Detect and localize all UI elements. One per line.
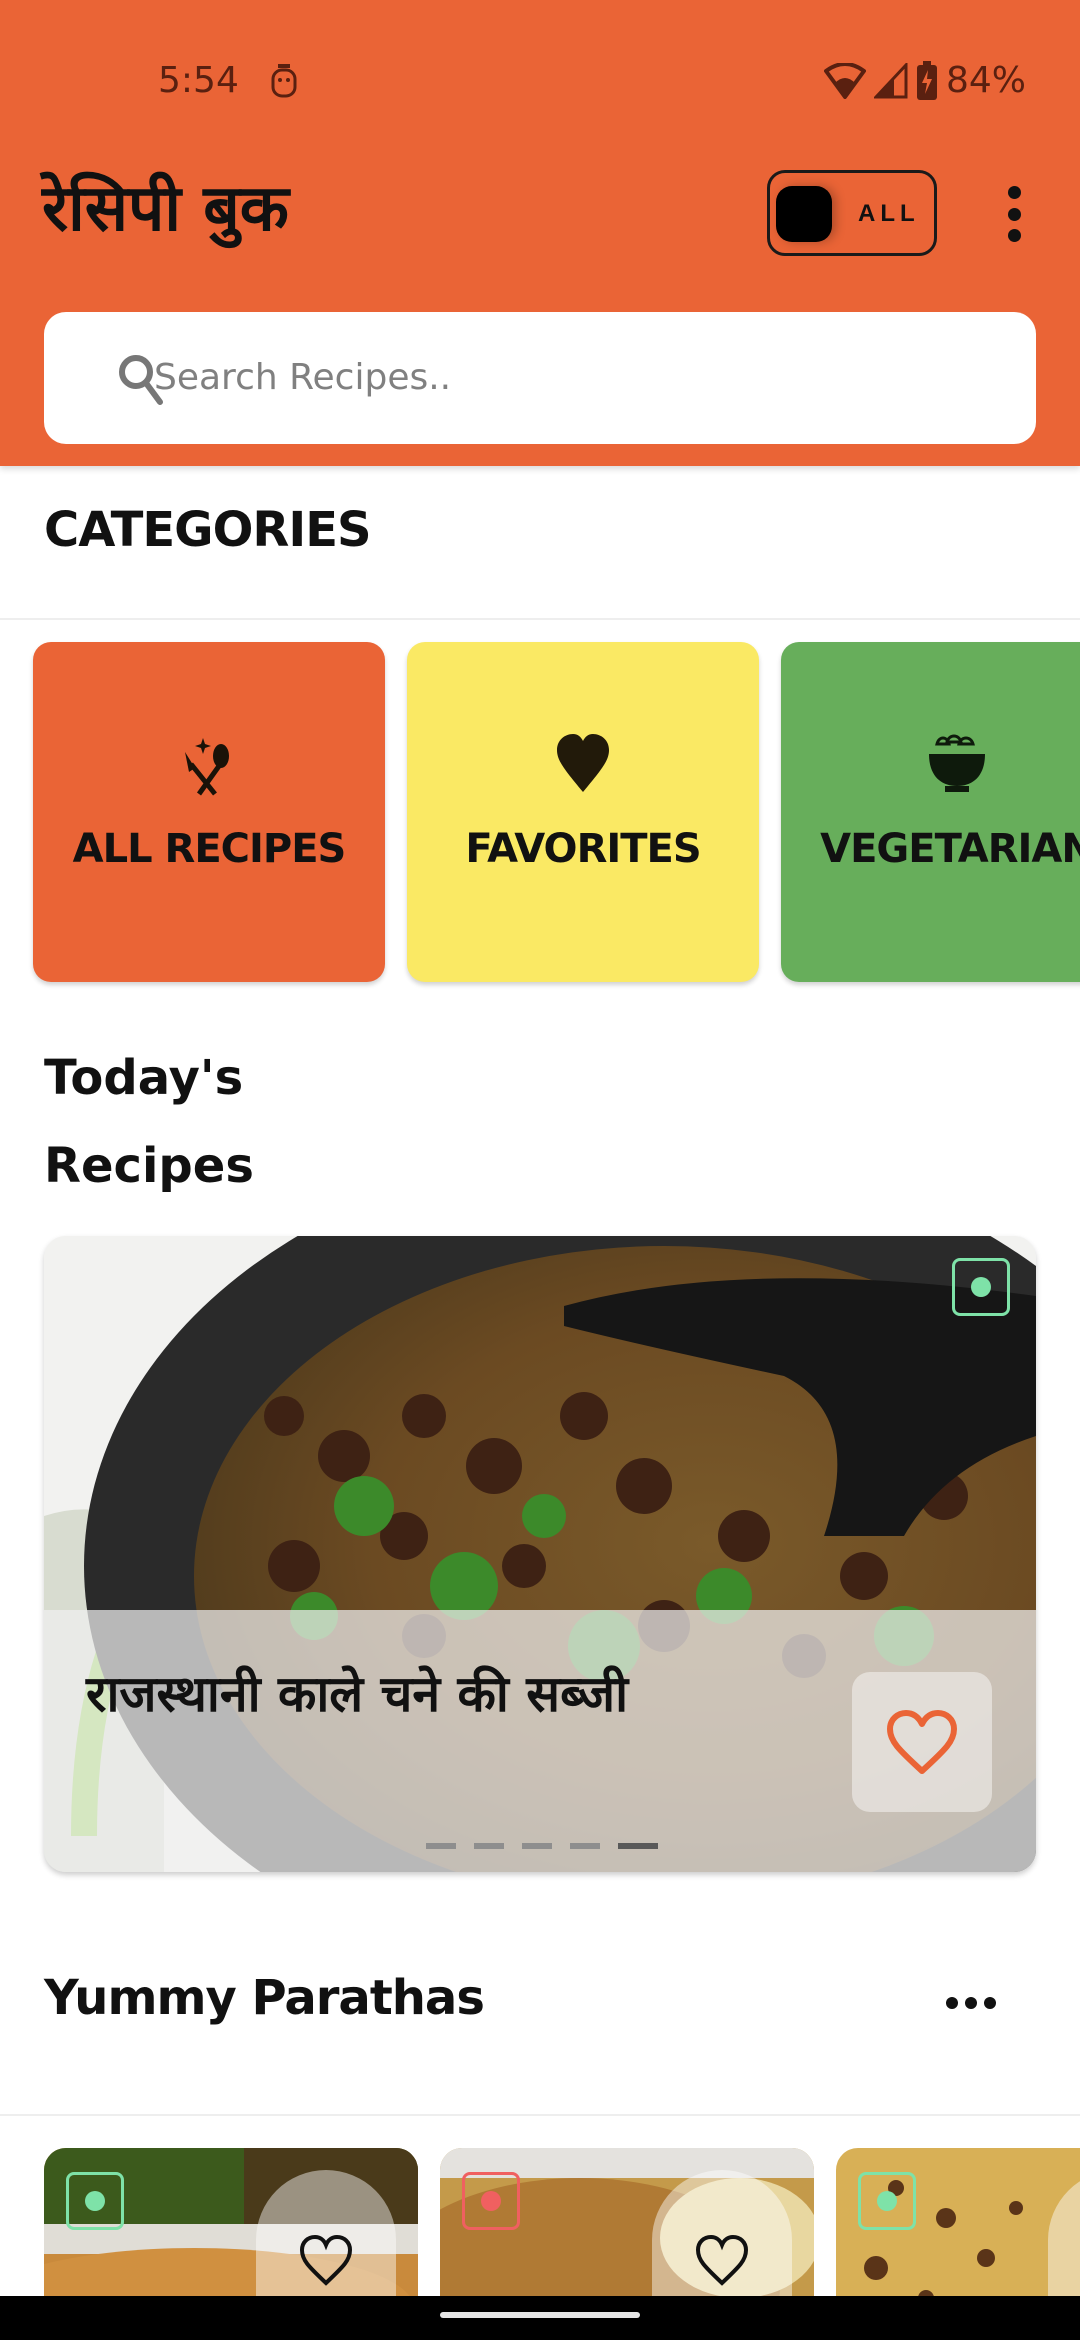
home-gesture-handle[interactable] (440, 2312, 640, 2318)
nonveg-marker-icon (462, 2172, 520, 2230)
app-screen: 5:54 84% रेसिपी बुक ALL Search Recipes..… (0, 0, 1080, 2340)
favorite-button[interactable] (852, 1672, 992, 1812)
battery-charging-icon (916, 60, 937, 100)
signal-icon (873, 62, 908, 98)
heart-outline-icon (887, 1710, 957, 1774)
menu-dot (984, 1997, 996, 2009)
todays-recipes-title-line2: Recipes (44, 1138, 254, 1194)
menu-dot (1007, 207, 1021, 221)
menu-dot (965, 1997, 977, 2009)
veg-marker-icon (952, 1258, 1010, 1316)
category-card-favorites[interactable]: FAVORITES (407, 642, 759, 982)
more-horiz-icon[interactable] (946, 1992, 996, 2014)
category-label: VEGETARIAN (820, 826, 1080, 872)
yummy-parathas-title: Yummy Parathas (44, 1970, 485, 2026)
app-header: 5:54 84% रेसिपी बुक ALL Search Recipes.. (0, 0, 1080, 466)
veg-marker-icon (858, 2172, 916, 2230)
alarm-icon (271, 64, 297, 98)
system-nav-bar (0, 2296, 1080, 2340)
pager-dot[interactable] (570, 1843, 600, 1849)
veg-marker-icon (66, 2172, 124, 2230)
toggle-label: ALL (858, 200, 920, 227)
toggle-knob[interactable] (776, 186, 832, 242)
menu-dot (1007, 229, 1021, 242)
pager-dot-active[interactable] (618, 1843, 658, 1849)
heart-outline-icon (695, 2234, 749, 2286)
veg-filter-toggle[interactable]: ALL (767, 170, 937, 256)
search-input[interactable] (154, 342, 974, 412)
status-time: 5:54 (158, 60, 239, 101)
category-card-vegetarian[interactable]: VEGETARIAN (781, 642, 1080, 982)
divider (0, 618, 1080, 620)
heart-outline-icon (299, 2234, 353, 2286)
cutlery-sparkle-icon (185, 738, 229, 796)
todays-recipes-title-line1: Today's (44, 1050, 244, 1106)
carousel-pager (426, 1843, 658, 1849)
divider (0, 2114, 1080, 2116)
featured-recipe-name: राजस्थानी काले चने की सब्जी (86, 1665, 629, 1723)
category-label: FAVORITES (465, 826, 701, 872)
pager-dot[interactable] (474, 1843, 504, 1849)
status-right-icons: 84% (823, 60, 1026, 101)
status-bar: 5:54 84% (0, 0, 1080, 160)
categories-title: CATEGORIES (44, 502, 372, 558)
search-box[interactable] (44, 312, 1036, 444)
category-card-all-recipes[interactable]: ALL RECIPES (33, 642, 385, 982)
app-title: रेसिपी बुक (42, 172, 289, 246)
more-vert-icon[interactable] (998, 186, 1030, 242)
salad-bowl-icon (929, 734, 985, 792)
menu-dot (1007, 186, 1021, 199)
category-label: ALL RECIPES (72, 826, 347, 872)
battery-percent: 84% (945, 60, 1026, 101)
pager-dot[interactable] (522, 1843, 552, 1849)
wifi-icon (823, 62, 866, 99)
categories-carousel[interactable]: ALL RECIPES FAVORITES VEGETARIAN (0, 640, 1080, 990)
pager-dot[interactable] (426, 1843, 456, 1849)
todays-recipes-title: Today's Recipes (44, 1034, 344, 1210)
heart-icon (557, 734, 609, 792)
featured-recipe-card[interactable]: राजस्थानी काले चने की सब्जी (44, 1236, 1036, 1872)
menu-dot (946, 1997, 958, 2009)
